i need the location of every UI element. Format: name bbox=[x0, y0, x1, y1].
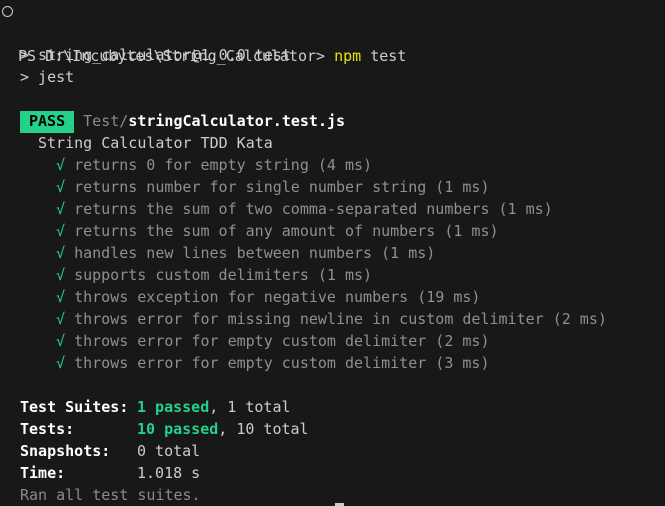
test-name: throws error for empty custom delimiter bbox=[74, 354, 427, 372]
test-name: returns the sum of any amount of numbers bbox=[74, 222, 436, 240]
test-name: supports custom delimiters bbox=[74, 266, 309, 284]
summary-footer: Ran all test suites. bbox=[20, 486, 201, 504]
summary-tests-label: Tests: bbox=[20, 420, 75, 438]
summary-tests-total: , 10 total bbox=[218, 420, 309, 438]
circle-icon bbox=[2, 6, 13, 17]
test-name: handles new lines between numbers bbox=[74, 244, 373, 262]
summary-time: Time: 1.018 s bbox=[20, 462, 200, 484]
test-time: (1 ms) bbox=[498, 200, 553, 218]
test-result-row: √ returns 0 for empty string (4 ms) bbox=[56, 154, 372, 176]
test-name: returns 0 for empty string bbox=[74, 156, 309, 174]
test-name: returns the sum of two comma-separated n… bbox=[74, 200, 490, 218]
pass-result-line: PASS Test/stringCalculator.test.js bbox=[20, 110, 346, 133]
test-name: throws exception for negative numbers bbox=[74, 288, 409, 306]
test-time: (3 ms) bbox=[435, 354, 490, 372]
test-name: throws error for empty custom delimiter bbox=[74, 332, 427, 350]
summary-tests: Tests: 10 passed, 10 total bbox=[20, 418, 309, 440]
pass-badge: PASS bbox=[20, 111, 75, 133]
check-icon: √ bbox=[56, 178, 66, 196]
prompt-args: test bbox=[361, 47, 407, 65]
suite-name: String Calculator TDD Kata bbox=[38, 134, 273, 152]
test-time: (1 ms) bbox=[381, 244, 436, 262]
test-dir: Test/ bbox=[83, 112, 129, 130]
test-time: (2 ms) bbox=[552, 310, 607, 328]
run-line-script: > string_calculator@1.0.0 test bbox=[20, 46, 291, 64]
test-time: (19 ms) bbox=[417, 288, 481, 306]
summary-snapshots: Snapshots: 0 total bbox=[20, 440, 200, 462]
prompt-line: PS D:\Incubytes\String_Calculator> npm t… bbox=[0, 1, 406, 65]
prompt-command: npm bbox=[334, 47, 362, 65]
summary-snapshots-value: 0 total bbox=[137, 442, 201, 460]
test-time: (4 ms) bbox=[317, 156, 373, 174]
test-time: (1 ms) bbox=[317, 266, 373, 284]
summary-suites: Test Suites: 1 passed, 1 total bbox=[20, 396, 291, 418]
check-icon: √ bbox=[56, 266, 66, 284]
test-file: stringCalculator.test.js bbox=[128, 112, 346, 130]
test-result-row: √ throws error for missing newline in cu… bbox=[56, 308, 607, 330]
test-time: (2 ms) bbox=[435, 332, 490, 350]
test-result-row: √ supports custom delimiters (1 ms) bbox=[56, 264, 372, 286]
check-icon: √ bbox=[56, 288, 66, 306]
run-line-jest: > jest bbox=[20, 68, 75, 86]
summary-time-value: 1.018 s bbox=[137, 464, 201, 482]
summary-suites-passed: 1 passed bbox=[137, 398, 210, 416]
check-icon: √ bbox=[56, 244, 66, 262]
test-time: (1 ms) bbox=[435, 178, 490, 196]
summary-snapshots-label: Snapshots: bbox=[20, 442, 111, 460]
test-time: (1 ms) bbox=[444, 222, 499, 240]
test-result-row: √ throws error for empty custom delimite… bbox=[56, 330, 489, 352]
test-result-row: √ handles new lines between numbers (1 m… bbox=[56, 242, 435, 264]
check-icon: √ bbox=[56, 156, 66, 174]
summary-tests-passed: 10 passed bbox=[137, 420, 219, 438]
check-icon: √ bbox=[56, 222, 66, 240]
summary-suites-label: Test Suites: bbox=[20, 398, 129, 416]
test-result-row: √ returns the sum of two comma-separated… bbox=[56, 198, 553, 220]
check-icon: √ bbox=[56, 200, 66, 218]
test-name: throws error for missing newline in cust… bbox=[74, 310, 544, 328]
test-result-row: √ returns number for single number strin… bbox=[56, 176, 489, 198]
summary-suites-total: , 1 total bbox=[209, 398, 291, 416]
test-result-row: √ throws error for empty custom delimite… bbox=[56, 352, 489, 374]
test-result-row: √ returns the sum of any amount of numbe… bbox=[56, 220, 499, 242]
terminal-panel[interactable]: PS D:\Incubytes\String_Calculator> npm t… bbox=[0, 0, 665, 506]
test-name: returns number for single number string bbox=[74, 178, 427, 196]
check-icon: √ bbox=[56, 310, 66, 328]
test-result-row: √ throws exception for negative numbers … bbox=[56, 286, 480, 308]
check-icon: √ bbox=[56, 332, 66, 350]
summary-time-label: Time: bbox=[20, 464, 66, 482]
check-icon: √ bbox=[56, 354, 66, 372]
